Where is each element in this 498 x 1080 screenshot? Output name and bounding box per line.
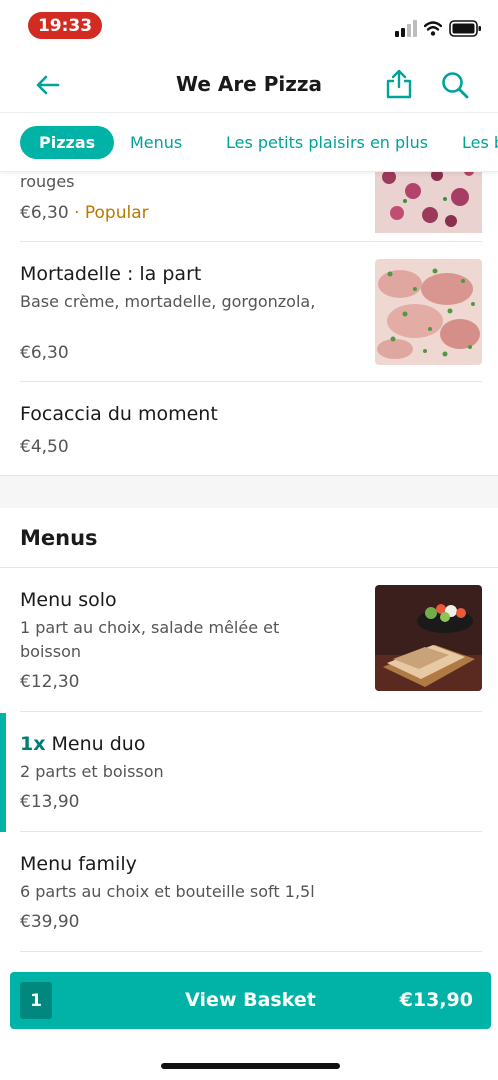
pizza-thumbnail — [375, 259, 482, 365]
item-description-line2: boisson — [20, 642, 81, 661]
item-name: Menu duo — [51, 733, 146, 755]
tab-boissons[interactable]: Les b — [462, 126, 498, 159]
app-header: We Are Pizza — [0, 58, 498, 112]
category-tabs: Pizzas Menus Les petits plaisirs en plus… — [0, 112, 498, 172]
section-gap — [0, 476, 498, 508]
pizza-thumbnail — [375, 172, 482, 233]
list-item[interactable]: Menu family 6 parts au choix et bouteill… — [0, 832, 498, 952]
item-description: rouges — [20, 172, 75, 191]
item-price: €6,30 — [20, 343, 69, 363]
item-description: 2 parts et boisson — [20, 762, 164, 781]
item-name: Focaccia du moment — [20, 403, 218, 425]
item-name: Menu solo — [20, 589, 117, 611]
share-icon[interactable] — [384, 68, 414, 100]
home-indicator — [161, 1063, 340, 1069]
list-item[interactable]: rouges €6,30 · Popular — [0, 172, 498, 242]
item-quantity: 1x — [20, 733, 46, 755]
battery-icon — [449, 20, 481, 37]
item-price: €13,90 — [20, 792, 80, 812]
list-item-selected[interactable]: 1x Menu duo 2 parts et boisson €13,90 — [0, 712, 498, 832]
item-description: Base crème, mortadelle, gorgonzola, — [20, 292, 316, 311]
menu-thumbnail — [375, 585, 482, 691]
item-price-line: €6,30 · Popular — [20, 203, 149, 223]
tab-petits-plaisirs[interactable]: Les petits plaisirs en plus — [226, 126, 428, 159]
cellular-signal-icon — [395, 20, 417, 37]
section-title-menus: Menus — [20, 526, 98, 550]
popular-badge: Popular — [84, 203, 149, 223]
item-price: €12,30 — [20, 672, 80, 692]
item-price: €39,90 — [20, 912, 80, 932]
section-border — [0, 475, 498, 476]
status-time: 19:33 — [28, 12, 102, 39]
page-title: We Are Pizza — [175, 72, 323, 96]
view-basket-button[interactable]: 1 View Basket €13,90 — [10, 972, 491, 1029]
item-description-line1: 1 part au choix, salade mêlée et — [20, 618, 280, 637]
divider — [20, 951, 482, 952]
tab-menus[interactable]: Menus — [130, 126, 182, 159]
menu-list: rouges €6,30 · Popular Mortadelle : la p… — [0, 172, 498, 962]
item-description: 6 parts au choix et bouteille soft 1,5l — [20, 882, 315, 901]
item-name-line: 1x Menu duo — [20, 733, 145, 755]
wifi-icon — [424, 21, 442, 36]
tab-pizzas[interactable]: Pizzas — [20, 126, 115, 159]
basket-total: €13,90 — [399, 989, 473, 1011]
popular-separator: · — [68, 203, 85, 223]
search-icon[interactable] — [440, 70, 470, 100]
status-bar: 19:33 — [0, 0, 498, 52]
item-price: €6,30 — [20, 203, 69, 223]
item-price: €4,50 — [20, 437, 69, 457]
list-item[interactable]: Mortadelle : la part Base crème, mortade… — [0, 242, 498, 382]
list-item[interactable]: Focaccia du moment €4,50 — [0, 382, 498, 476]
list-item[interactable]: Menu solo 1 part au choix, salade mêlée … — [0, 568, 498, 712]
item-name: Mortadelle : la part — [20, 263, 202, 285]
item-name: Menu family — [20, 853, 137, 875]
